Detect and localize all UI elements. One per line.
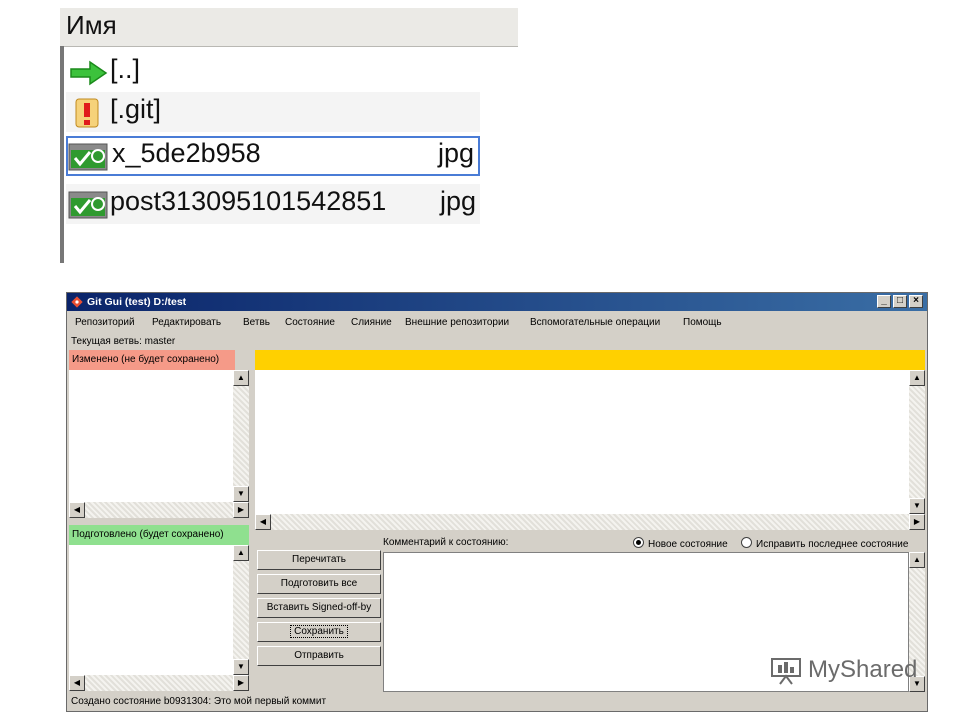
diff-hscroll[interactable]: ◀ ▶: [255, 514, 925, 530]
menu-tools[interactable]: Вспомогательные операции: [530, 317, 660, 328]
scroll-right-icon[interactable]: ▶: [233, 502, 249, 518]
minimize-button[interactable]: _: [877, 295, 891, 308]
exclamation-icon: [75, 98, 99, 128]
title-bar[interactable]: Git Gui (test) D:/test _ □ ×: [67, 293, 927, 311]
scroll-right-icon[interactable]: ▶: [909, 514, 925, 530]
menu-commit[interactable]: Состояние: [285, 317, 335, 328]
name-column-header[interactable]: Имя: [60, 8, 518, 47]
menu-merge[interactable]: Слияние: [351, 317, 392, 328]
presentation-icon: [771, 658, 801, 685]
menu-edit[interactable]: Редактировать: [152, 317, 221, 328]
unstaged-vscroll[interactable]: ▲ ▼: [233, 370, 249, 502]
rescan-button[interactable]: Перечитать: [257, 550, 381, 570]
signoff-button[interactable]: Вставить Signed-off-by: [257, 598, 381, 618]
push-label: Отправить: [294, 650, 344, 661]
stage-all-button[interactable]: Подготовить все: [257, 574, 381, 594]
menu-branch[interactable]: Ветвь: [243, 317, 270, 328]
list-item-parent-dir[interactable]: [..]: [66, 52, 480, 92]
menu-repository[interactable]: Репозиторий: [75, 317, 135, 328]
git-gui-window: Git Gui (test) D:/test _ □ × Репозиторий…: [66, 292, 928, 712]
close-button[interactable]: ×: [909, 295, 923, 308]
menu-help[interactable]: Помощь: [683, 317, 722, 328]
window-title: Git Gui (test) D:/test: [87, 296, 187, 308]
file-ext: jpg: [439, 186, 476, 216]
scroll-down-icon[interactable]: ▼: [233, 486, 249, 502]
staged-hscroll[interactable]: ◀ ▶: [69, 675, 249, 691]
commit-message-label: Комментарий к состоянию:: [383, 537, 509, 548]
git-ok-icon: [68, 191, 108, 219]
scroll-down-icon[interactable]: ▼: [909, 498, 925, 514]
staged-vscroll[interactable]: ▲ ▼: [233, 545, 249, 675]
green-arrow-icon: [70, 60, 108, 86]
radio-new-commit[interactable]: Новое состояние: [633, 537, 728, 550]
staged-header: Подготовлено (будет сохранено): [69, 525, 249, 545]
list-border: [60, 46, 64, 263]
unstaged-files-list[interactable]: [69, 370, 233, 502]
watermark-text: MyShared: [808, 656, 918, 683]
scroll-down-icon[interactable]: ▼: [233, 659, 249, 675]
list-item-file[interactable]: post313095101542851 jpg: [66, 184, 480, 224]
unstaged-hscroll[interactable]: ◀ ▶: [69, 502, 249, 518]
scroll-up-icon[interactable]: ▲: [233, 545, 249, 561]
git-logo-icon: [71, 296, 83, 308]
commit-label: Сохранить: [290, 625, 348, 638]
signoff-label: Вставить Signed-off-by: [266, 602, 372, 613]
unstaged-header: Изменено (не будет сохранено): [69, 350, 235, 370]
scroll-left-icon[interactable]: ◀: [255, 514, 271, 530]
file-ext: jpg: [437, 138, 474, 168]
stage-all-label: Подготовить все: [280, 578, 358, 589]
radio-amend-commit[interactable]: Исправить последнее состояние: [741, 537, 908, 550]
status-bar: Создано состояние b0931304: Это мой перв…: [71, 696, 327, 707]
file-name: [.git]: [110, 94, 162, 124]
list-item-file-selected[interactable]: x_5de2b958 jpg: [66, 136, 480, 176]
rescan-label: Перечитать: [292, 554, 346, 565]
scroll-up-icon[interactable]: ▲: [909, 552, 925, 568]
scroll-right-icon[interactable]: ▶: [233, 675, 249, 691]
file-name: post313095101542851: [110, 186, 387, 216]
file-name: [..]: [110, 54, 141, 84]
scroll-up-icon[interactable]: ▲: [233, 370, 249, 386]
diff-vscroll[interactable]: ▲ ▼: [909, 370, 925, 514]
scroll-left-icon[interactable]: ◀: [69, 675, 85, 691]
radio-checked-icon: [633, 537, 644, 548]
list-item-git-dir[interactable]: [.git]: [66, 92, 480, 132]
file-name: x_5de2b958: [112, 138, 261, 168]
diff-header: [255, 350, 925, 370]
current-branch-label: Текущая ветвь: master: [71, 336, 176, 347]
staged-files-list[interactable]: [69, 545, 233, 675]
menu-remote[interactable]: Внешние репозитории: [405, 317, 509, 328]
radio-new-label: Новое состояние: [648, 539, 728, 550]
push-button[interactable]: Отправить: [257, 646, 381, 666]
name-column-label: Имя: [66, 10, 117, 40]
scroll-left-icon[interactable]: ◀: [69, 502, 85, 518]
git-ok-icon: [68, 143, 108, 171]
file-list: Имя [..] [.git] x_5de2b958 jpg post31309…: [60, 8, 520, 263]
menu-bar: Репозиторий Редактировать Ветвь Состояни…: [67, 313, 927, 331]
scroll-up-icon[interactable]: ▲: [909, 370, 925, 386]
radio-unchecked-icon: [741, 537, 752, 548]
radio-amend-label: Исправить последнее состояние: [756, 539, 909, 550]
diff-view[interactable]: [255, 370, 909, 514]
maximize-button[interactable]: □: [893, 295, 907, 308]
commit-button[interactable]: Сохранить: [257, 622, 381, 642]
